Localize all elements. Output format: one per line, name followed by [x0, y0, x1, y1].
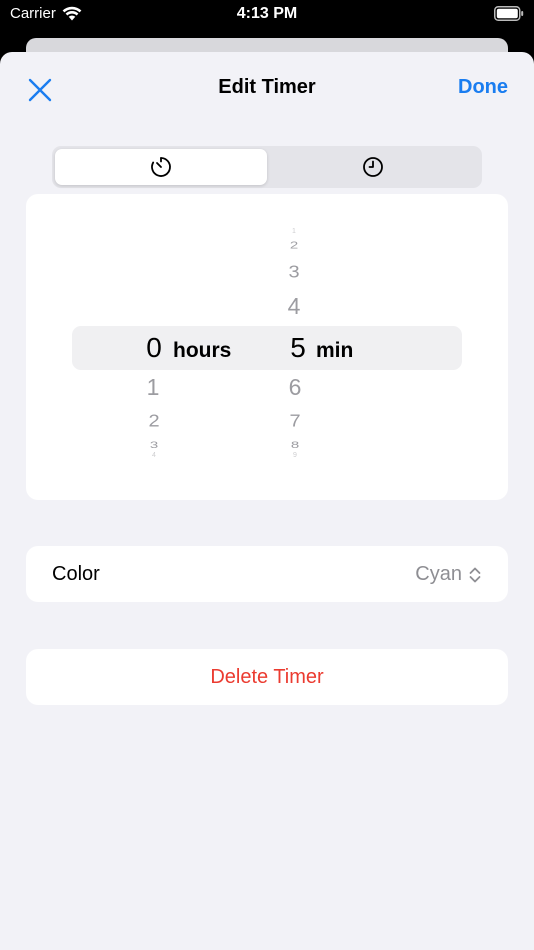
minute-option[interactable]: 4 — [264, 295, 324, 318]
hour-option[interactable]: 3 — [124, 441, 184, 450]
minute-option[interactable]: 9 — [265, 452, 325, 459]
chevron-up-down-icon — [469, 567, 481, 582]
clock-icon — [363, 157, 383, 177]
color-row[interactable]: Color Cyan — [26, 546, 508, 602]
minute-option[interactable]: 7 — [265, 412, 325, 430]
status-bar: Carrier 4:13 PM — [0, 0, 534, 30]
hours-unit-label: hours — [173, 339, 232, 362]
color-picker-button[interactable]: Cyan — [415, 563, 482, 586]
delete-timer-row[interactable]: Delete Timer — [26, 649, 508, 705]
segment-clock[interactable] — [267, 149, 479, 185]
hour-option[interactable]: 2 — [124, 412, 184, 430]
battery-icon — [494, 6, 524, 21]
delete-timer-button[interactable]: Delete Timer — [26, 666, 508, 689]
minute-option[interactable]: 3 — [264, 263, 324, 281]
page-title: Edit Timer — [218, 76, 316, 98]
color-label: Color — [52, 563, 100, 585]
hour-option[interactable]: 1 — [123, 376, 183, 399]
done-button[interactable]: Done — [458, 76, 508, 99]
minutes-unit-label: min — [316, 339, 354, 362]
edit-timer-sheet: Edit Timer Done 1 2 3 4 0 hours 5 min 1 … — [0, 52, 534, 950]
timer-icon — [151, 157, 171, 177]
duration-picker: 1 2 3 4 0 hours 5 min 1 2 3 4 6 7 8 9 — [26, 194, 508, 500]
minute-option[interactable]: 8 — [265, 441, 325, 450]
timer-mode-segmented-control — [52, 146, 482, 188]
minute-option[interactable]: 1 — [264, 228, 324, 235]
hour-option[interactable]: 4 — [124, 452, 184, 459]
segment-timer[interactable] — [55, 149, 267, 185]
minute-option[interactable]: 2 — [264, 240, 324, 251]
minute-option[interactable]: 6 — [265, 376, 325, 399]
color-value: Cyan — [415, 563, 462, 585]
status-time: 4:13 PM — [236, 5, 298, 22]
